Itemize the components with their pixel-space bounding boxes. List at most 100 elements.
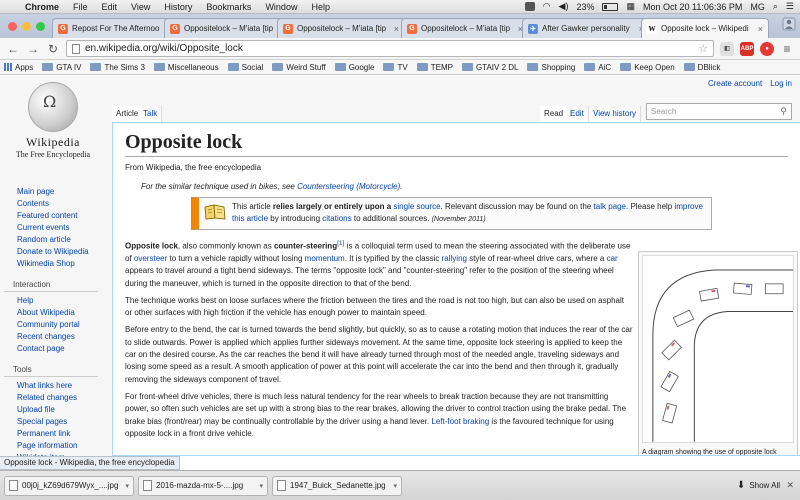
- address-bar[interactable]: en.wikipedia.org/wiki/Opposite_lock ☆: [66, 40, 714, 57]
- sidebar-item-random-article[interactable]: Random article: [4, 234, 104, 246]
- battery-icon[interactable]: [602, 2, 619, 11]
- menu-view[interactable]: View: [124, 2, 157, 12]
- momentum-link[interactable]: momentum: [305, 254, 345, 263]
- tab-edit[interactable]: Edit: [566, 106, 589, 122]
- talk-page-link[interactable]: talk page: [594, 202, 626, 211]
- menu-edit[interactable]: Edit: [95, 2, 125, 12]
- spotlight-icon[interactable]: ⌕: [773, 1, 778, 12]
- bookmark-apps[interactable]: Apps: [4, 63, 33, 72]
- bookmark-folder[interactable]: Shopping: [527, 63, 575, 72]
- sidebar-item-donate-to-wikipedia[interactable]: Donate to Wikipedia: [4, 246, 104, 258]
- sidebar-item-contents[interactable]: Contents: [4, 198, 104, 210]
- opposite-lock-diagram[interactable]: [642, 255, 794, 443]
- bookmark-folder[interactable]: Google: [334, 63, 374, 72]
- menubar-clock[interactable]: Mon Oct 20 11:06:36 PM: [643, 2, 742, 12]
- page-info-icon[interactable]: [72, 43, 80, 54]
- close-downloads-icon[interactable]: ✕: [786, 480, 794, 491]
- bookmark-folder[interactable]: The Sims 3: [90, 63, 145, 72]
- close-window-button[interactable]: [8, 22, 17, 31]
- sidebar-item-special-pages[interactable]: Special pages: [4, 416, 104, 428]
- sidebar-item-wikimedia-shop[interactable]: Wikimedia Shop: [4, 258, 104, 270]
- tab-close-icon[interactable]: ×: [758, 24, 763, 34]
- sidebar-item-what-links-here[interactable]: What links here: [4, 380, 104, 392]
- sidebar-item-recent-changes[interactable]: Recent changes: [4, 331, 104, 343]
- adblock-plus-icon[interactable]: ABP: [740, 41, 754, 56]
- search-input[interactable]: Search ⚲: [646, 103, 792, 120]
- minimize-window-button[interactable]: [22, 22, 31, 31]
- chrome-menu-icon[interactable]: ≡: [780, 42, 794, 56]
- menu-file[interactable]: File: [66, 2, 95, 12]
- record-extension-icon[interactable]: ●: [760, 41, 774, 56]
- chevron-down-icon[interactable]: ▾: [125, 482, 129, 490]
- wifi-icon[interactable]: ◠: [543, 1, 551, 12]
- sidebar-tools-header[interactable]: Tools: [4, 364, 98, 377]
- reload-icon[interactable]: ↻: [46, 42, 60, 56]
- volume-icon[interactable]: ◀): [559, 1, 569, 12]
- download-item[interactable]: 00j0j_kZ69d679Wyx_....jpg ▾: [4, 475, 134, 496]
- bookmark-star-icon[interactable]: ☆: [698, 42, 708, 55]
- chevron-down-icon[interactable]: ▾: [393, 482, 397, 490]
- url-text[interactable]: en.wikipedia.org/wiki/Opposite_lock: [85, 43, 243, 54]
- menu-window[interactable]: Window: [258, 2, 304, 12]
- sidebar-item-help[interactable]: Help: [4, 295, 104, 307]
- sidebar-interaction-header[interactable]: Interaction: [4, 279, 98, 292]
- tab-read[interactable]: Read: [540, 106, 569, 122]
- sidebar-item-upload-file[interactable]: Upload file: [4, 404, 104, 416]
- bookmark-folder[interactable]: Social: [227, 63, 263, 72]
- tab-view-history[interactable]: View history: [589, 106, 641, 122]
- flag-icon[interactable]: ▦: [626, 1, 635, 12]
- menu-bookmarks[interactable]: Bookmarks: [199, 2, 258, 12]
- bookmark-folder[interactable]: Keep Open: [620, 63, 675, 72]
- sidebar-item-main-page[interactable]: Main page: [4, 186, 104, 198]
- extension-puzzle-icon[interactable]: ◧: [720, 41, 734, 56]
- search-icon[interactable]: ⚲: [780, 106, 787, 117]
- sidebar-item-current-events[interactable]: Current events: [4, 222, 104, 234]
- menubar-user[interactable]: MG: [750, 2, 765, 12]
- browser-tab[interactable]: GRepost For The Afternoo×: [52, 18, 180, 38]
- sidebar-item-contact-page[interactable]: Contact page: [4, 343, 104, 355]
- bookmark-folder[interactable]: Miscellaneous: [153, 63, 219, 72]
- citations-link[interactable]: citations: [322, 214, 351, 223]
- status-app-icon[interactable]: [524, 2, 535, 11]
- browser-tab[interactable]: ✈After Gawker personality×: [522, 18, 650, 38]
- sidebar-item-permanent-link[interactable]: Permanent link: [4, 428, 104, 440]
- sidebar-item-related-changes[interactable]: Related changes: [4, 392, 104, 404]
- car-link[interactable]: car: [607, 254, 618, 263]
- tab-close-icon[interactable]: ×: [394, 24, 399, 34]
- bookmark-folder[interactable]: Weird Stuff: [272, 63, 326, 72]
- sidebar-item-about-wikipedia[interactable]: About Wikipedia: [4, 307, 104, 319]
- wikipedia-logo[interactable]: Wikipedia The Free Encyclopedia: [8, 82, 98, 159]
- rallying-link[interactable]: rallying: [442, 254, 467, 263]
- browser-tab[interactable]: GOppositelock – M'iata [tip×: [277, 18, 405, 38]
- log-in-link[interactable]: Log in: [770, 79, 792, 88]
- show-all-downloads-button[interactable]: ⬇ Show All: [737, 480, 780, 491]
- download-item[interactable]: 1947_Buick_Sedanette.jpg ▾: [272, 475, 402, 496]
- menu-help[interactable]: Help: [304, 2, 337, 12]
- back-arrow-icon[interactable]: ←: [6, 42, 20, 56]
- download-item[interactable]: 2016-mazda-mx-5-....jpg ▾: [138, 475, 268, 496]
- chevron-down-icon[interactable]: ▾: [259, 482, 263, 490]
- oversteer-link[interactable]: oversteer: [134, 254, 167, 263]
- bookmark-folder[interactable]: TV: [383, 63, 408, 72]
- hatnote-link[interactable]: Countersteering (Motorcycle): [297, 182, 400, 191]
- bookmark-folder[interactable]: TEMP: [416, 63, 453, 72]
- notification-center-icon[interactable]: ☰: [786, 1, 794, 12]
- bookmark-folder[interactable]: AiC: [584, 63, 611, 72]
- single-source-link[interactable]: single source: [393, 202, 440, 211]
- profile-icon[interactable]: [782, 17, 796, 31]
- bookmark-folder[interactable]: GTA IV: [42, 63, 81, 72]
- sidebar-item-page-information[interactable]: Page information: [4, 440, 104, 452]
- browser-tab[interactable]: W Opposite lock – Wikipedi ×: [641, 18, 769, 38]
- browser-tab[interactable]: GOppositelock – M'iata [tip×: [401, 18, 529, 38]
- left-foot-braking-link[interactable]: Left-foot braking: [431, 417, 489, 426]
- bookmark-folder[interactable]: DBlick: [683, 63, 720, 72]
- sidebar-item-featured-content[interactable]: Featured content: [4, 210, 104, 222]
- zoom-window-button[interactable]: [36, 22, 45, 31]
- browser-tab[interactable]: GOppositelock – M'iata [tip×: [164, 18, 292, 38]
- sidebar-item-community-portal[interactable]: Community portal: [4, 319, 104, 331]
- tab-talk[interactable]: Talk: [139, 106, 163, 122]
- menu-history[interactable]: History: [157, 2, 199, 12]
- create-account-link[interactable]: Create account: [708, 79, 762, 88]
- forward-arrow-icon[interactable]: →: [26, 42, 40, 56]
- bookmark-folder[interactable]: GTAIV 2 DL: [461, 63, 518, 72]
